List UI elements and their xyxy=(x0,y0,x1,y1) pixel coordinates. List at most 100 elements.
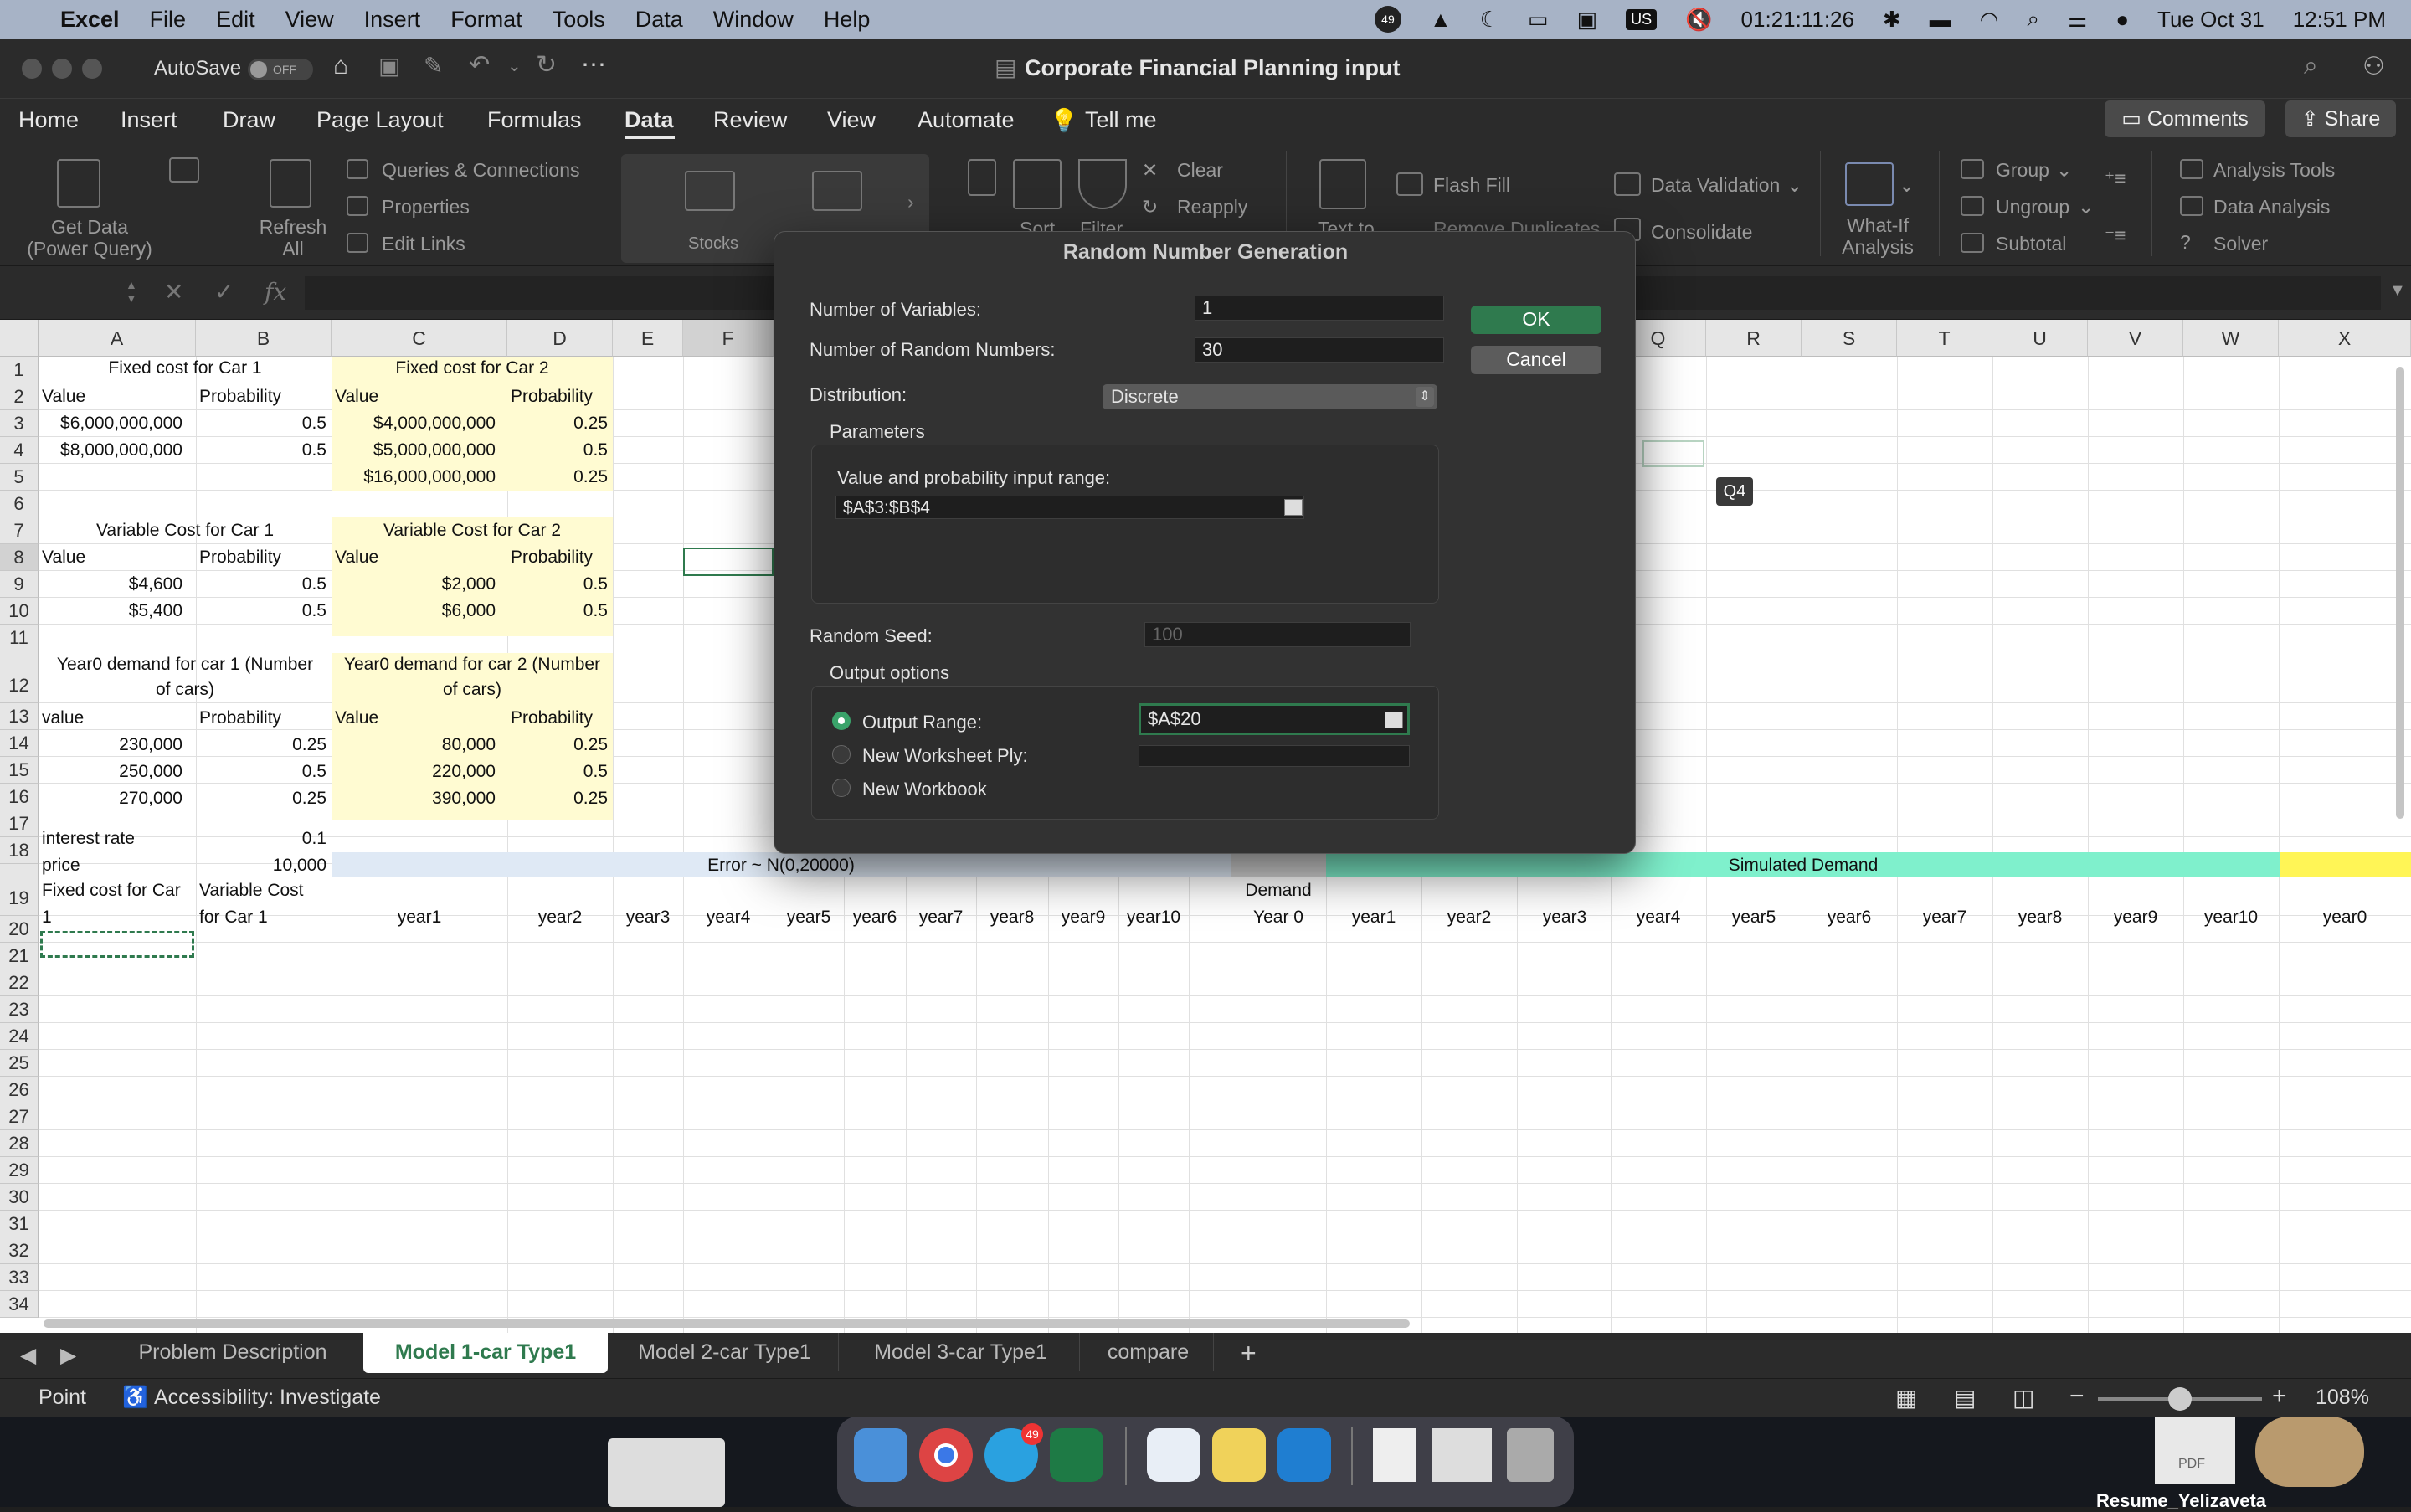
row-header[interactable]: 18 xyxy=(0,837,39,864)
column-header[interactable]: A xyxy=(39,320,196,357)
battery-icon[interactable]: ▬ xyxy=(1930,7,1951,33)
menu-file[interactable]: File xyxy=(150,7,187,33)
subtotal-button[interactable]: Subtotal xyxy=(1996,233,2066,255)
menu-data[interactable]: Data xyxy=(635,7,683,33)
image-stack-icon[interactable] xyxy=(1432,1428,1492,1482)
next-sheet-icon[interactable]: ▶ xyxy=(60,1343,76,1368)
do-not-disturb-icon[interactable]: ☾ xyxy=(1480,7,1499,33)
autosave-toggle[interactable]: OFF xyxy=(248,59,313,80)
column-header[interactable]: C xyxy=(332,320,507,357)
column-header[interactable]: T xyxy=(1897,320,1992,357)
data-validation-button[interactable]: Data Validation xyxy=(1651,174,1780,197)
page-break-view-icon[interactable]: ◫ xyxy=(2013,1384,2034,1412)
year-header-left[interactable]: year4 xyxy=(683,908,774,928)
row-header[interactable]: 16 xyxy=(0,784,39,810)
new-worksheet-input[interactable] xyxy=(1139,745,1410,767)
year-header-left[interactable]: year6 xyxy=(844,908,906,928)
tab-insert[interactable]: Insert xyxy=(121,107,177,133)
cell-C7[interactable]: Variable Cost for Car 2 xyxy=(332,521,613,541)
spotlight-search-icon[interactable]: ⌕ xyxy=(2027,6,2039,33)
year-header-left[interactable]: year3 xyxy=(613,908,683,928)
prev-sheet-icon[interactable]: ◀ xyxy=(20,1343,36,1368)
row-header[interactable]: 27 xyxy=(0,1103,39,1130)
gallery-more-icon[interactable]: › xyxy=(907,191,914,213)
cell-A12-line1[interactable]: Year0 demand for car 1 (Number xyxy=(39,655,332,675)
cell-A8[interactable]: Value xyxy=(39,548,89,568)
chrome-icon[interactable] xyxy=(919,1428,973,1482)
zoom-level[interactable]: 108% xyxy=(2316,1386,2369,1410)
input-source-icon[interactable]: US xyxy=(1626,8,1658,30)
range-picker-icon[interactable] xyxy=(1284,499,1303,516)
cell-D10[interactable]: 0.5 xyxy=(507,601,611,621)
cell-C2[interactable]: Value xyxy=(332,387,382,407)
cell-C12-line2[interactable]: of cars) xyxy=(332,680,613,700)
home-icon[interactable]: ⌂ xyxy=(333,52,348,80)
cell-B13[interactable]: Probability xyxy=(196,708,285,728)
cancel-entry-icon[interactable]: ✕ xyxy=(164,278,183,306)
row-header[interactable]: 25 xyxy=(0,1050,39,1077)
sheet-tab-problem-description[interactable]: Problem Description xyxy=(105,1333,360,1371)
ungroup-button[interactable]: Ungroup xyxy=(1996,196,2069,219)
column-header[interactable]: F xyxy=(683,320,774,357)
column-header[interactable]: E xyxy=(613,320,683,357)
save-as-icon[interactable]: ✎ xyxy=(424,52,443,80)
tab-view[interactable]: View xyxy=(827,107,876,133)
cell-C16[interactable]: 390,000 xyxy=(332,789,499,809)
row-header[interactable]: 14 xyxy=(0,730,39,757)
cell-D8[interactable]: Probability xyxy=(507,548,596,568)
app-menu-excel[interactable]: Excel xyxy=(60,7,120,33)
zoom-slider-thumb[interactable] xyxy=(2168,1387,2192,1411)
more-icon[interactable]: ⋯ xyxy=(581,50,606,80)
cell-B9[interactable]: 0.5 xyxy=(196,574,330,594)
ungroup-dropdown-icon[interactable]: ⌄ xyxy=(2078,196,2094,219)
num-variables-input[interactable]: 1 xyxy=(1195,296,1444,321)
normal-view-icon[interactable]: ▦ xyxy=(1895,1384,1917,1412)
year-header-right[interactable]: year3 xyxy=(1517,908,1612,928)
menu-edit[interactable]: Edit xyxy=(216,7,255,33)
output-range-picker-icon[interactable] xyxy=(1385,712,1403,728)
tab-automate[interactable]: Automate xyxy=(918,107,1015,133)
demand-year0-line1[interactable]: Demand xyxy=(1231,881,1326,901)
edit-links-button[interactable]: Edit Links xyxy=(382,233,465,255)
tab-draw[interactable]: Draw xyxy=(223,107,275,133)
row-header[interactable]: 22 xyxy=(0,969,39,996)
queries-connections-button[interactable]: Queries & Connections xyxy=(382,159,580,182)
cell-A16[interactable]: 270,000 xyxy=(39,789,186,809)
column-header[interactable]: R xyxy=(1706,320,1802,357)
selected-cell-F8[interactable] xyxy=(683,548,774,576)
column-header[interactable]: U xyxy=(1992,320,2088,357)
comments-button[interactable]: ▭ Comments xyxy=(2105,100,2265,137)
save-icon[interactable]: ▣ xyxy=(378,52,400,80)
column-header[interactable]: W xyxy=(2183,320,2279,357)
undo-icon[interactable]: ↶ xyxy=(469,50,490,80)
keynote-icon[interactable] xyxy=(1147,1428,1200,1482)
tab-review[interactable]: Review xyxy=(713,107,788,133)
row-header[interactable]: 11 xyxy=(0,625,39,651)
python-doc-icon[interactable] xyxy=(1373,1428,1416,1482)
desktop-image-icon[interactable] xyxy=(2255,1417,2364,1487)
year-header-right[interactable]: year1 xyxy=(1326,908,1421,928)
select-all-corner[interactable] xyxy=(0,320,39,357)
name-box[interactable] xyxy=(0,276,142,310)
row-header[interactable]: 9 xyxy=(0,571,39,598)
solver-button[interactable]: Solver xyxy=(2213,233,2268,255)
sheet-tab-model-1[interactable]: Model 1-car Type1 xyxy=(363,1333,608,1373)
cell-A4[interactable]: $8,000,000,000 xyxy=(39,440,186,460)
cancel-button[interactable]: Cancel xyxy=(1471,346,1601,374)
year-header-left[interactable]: year2 xyxy=(507,908,613,928)
row-header[interactable]: 4 xyxy=(0,437,39,464)
column-header[interactable]: B xyxy=(196,320,332,357)
existing-connections-icon[interactable] xyxy=(169,157,199,183)
row-header[interactable]: 33 xyxy=(0,1264,39,1291)
cell-A15[interactable]: 250,000 xyxy=(39,762,186,782)
cell-A10[interactable]: $5,400 xyxy=(39,601,186,621)
cell-D2[interactable]: Probability xyxy=(507,387,596,407)
zoom-in-icon[interactable]: + xyxy=(2272,1382,2287,1411)
vscode-icon[interactable] xyxy=(1277,1428,1331,1482)
data-analysis-button[interactable]: Data Analysis xyxy=(2213,196,2330,219)
accessibility-status[interactable]: Accessibility: Investigate xyxy=(154,1386,381,1410)
what-if-analysis-button[interactable]: What-If Analysis xyxy=(1832,214,1924,258)
expand-formula-icon[interactable]: ▼ xyxy=(2389,281,2406,301)
document-title[interactable]: Corporate Financial Planning input xyxy=(1025,55,1401,81)
cell-C5[interactable]: $16,000,000,000 xyxy=(332,467,499,487)
